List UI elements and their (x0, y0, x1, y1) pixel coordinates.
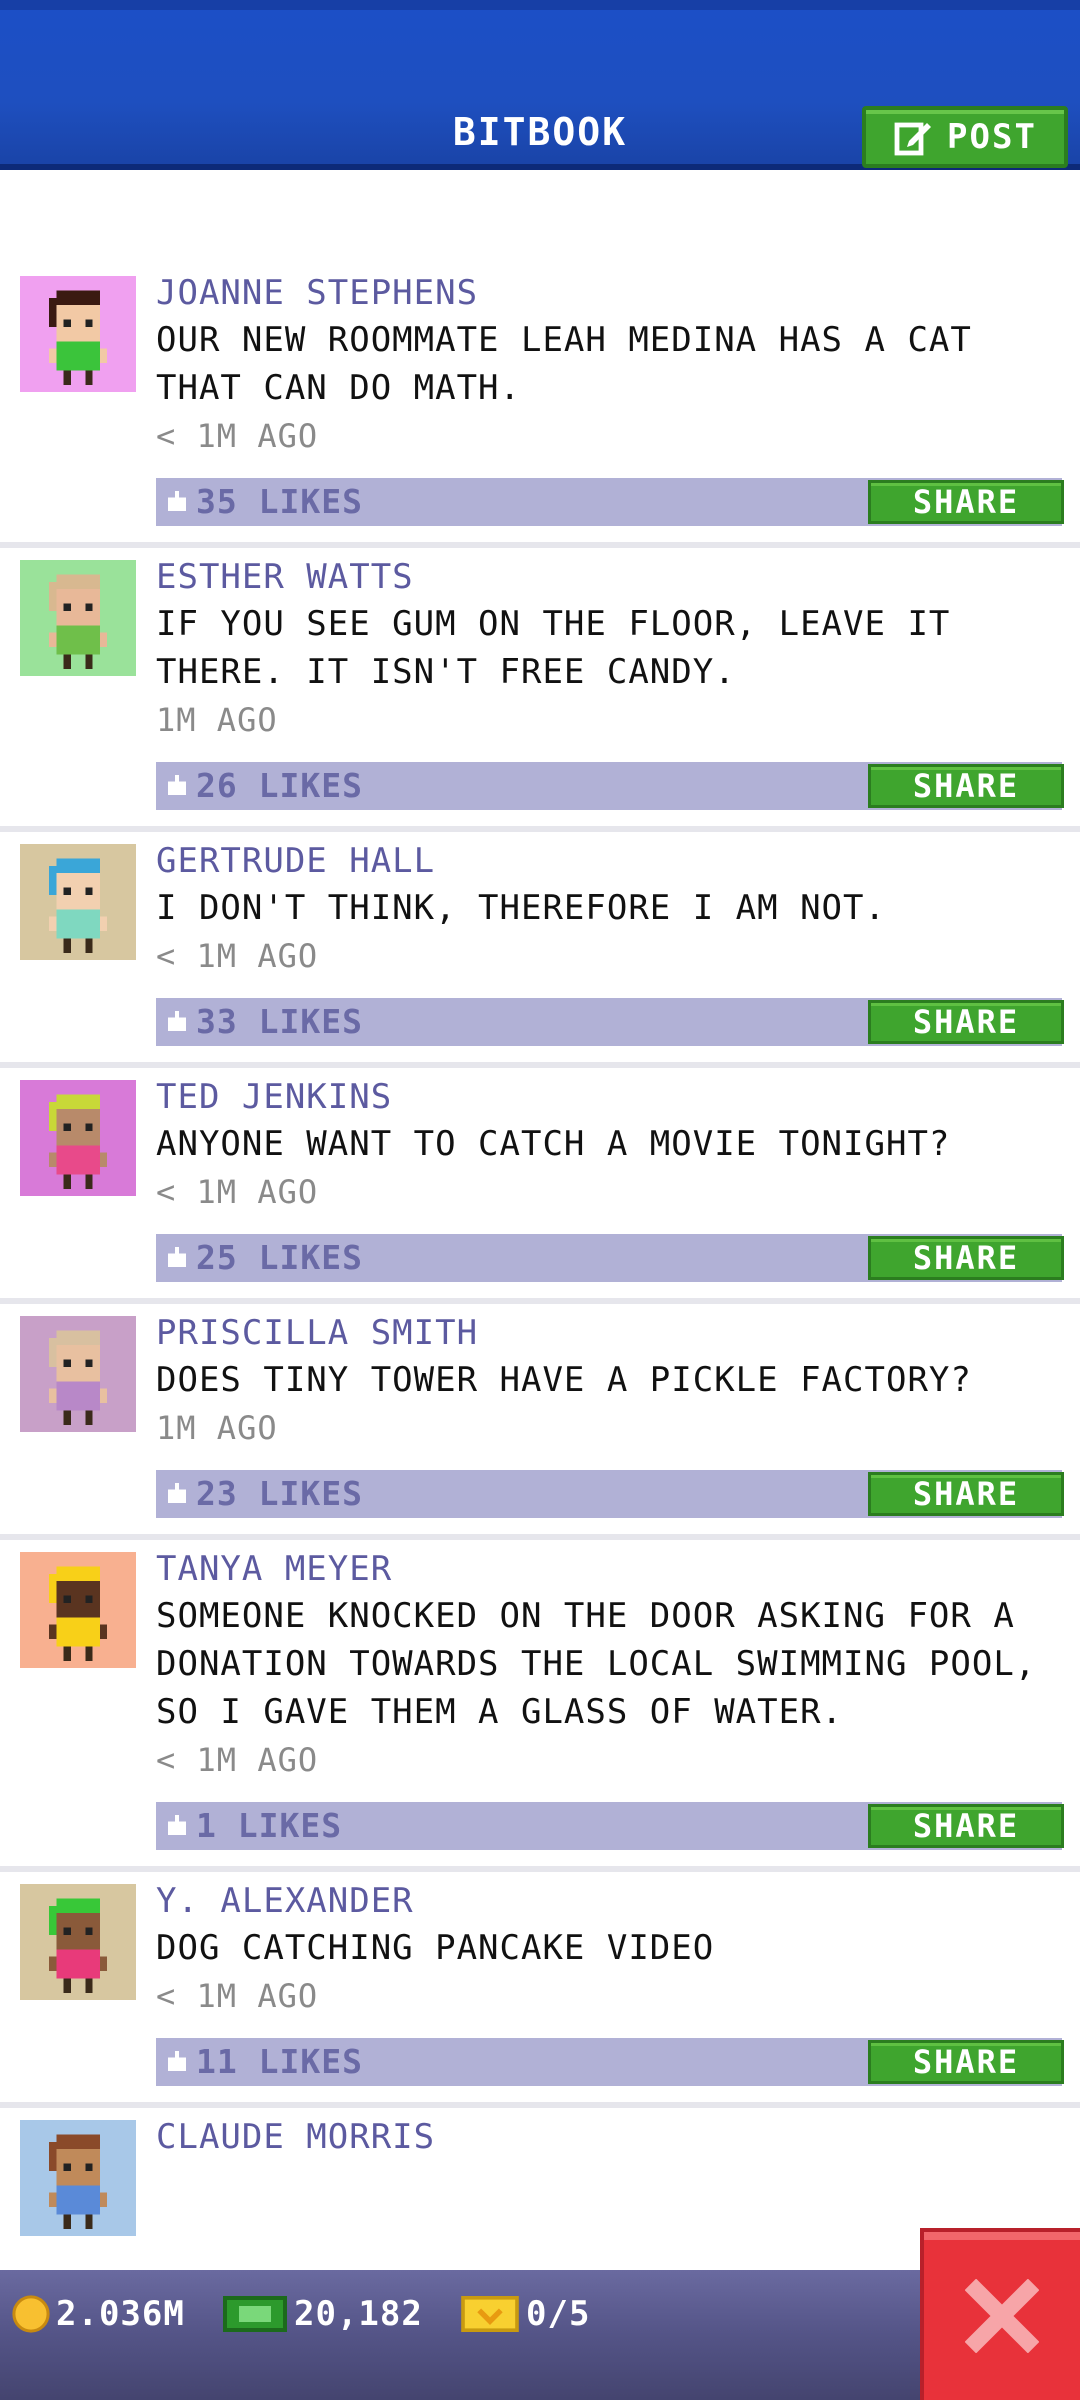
post-content: TANYA MEYER SOMEONE KNOCKED ON THE DOOR A… (156, 1540, 1080, 1850)
post-timestamp: < 1M AGO (156, 1741, 319, 1779)
ticket-icon (461, 2296, 519, 2332)
coins-stat: 2.036M (12, 2294, 185, 2334)
post-author[interactable]: Y. ALEXANDER (156, 1878, 1066, 1924)
post-message: DOG CATCHING PANCAKE VIDEO (156, 1928, 715, 1968)
post-author[interactable]: TED JENKINS (156, 1074, 1066, 1120)
feed-post: Y. ALEXANDER DOG CATCHING PANCAKE VIDEO < … (0, 1872, 1080, 2108)
post-content: Y. ALEXANDER DOG CATCHING PANCAKE VIDEO < … (156, 1872, 1080, 2086)
avatar[interactable] (20, 1884, 136, 2000)
likes-label: 35 LIKES (196, 482, 363, 521)
avatar[interactable] (20, 1552, 136, 1668)
likes-count[interactable]: 1 LIKES (166, 1802, 342, 1850)
likes-bar: 35 LIKES SHARE (156, 478, 1064, 526)
feed-post: ESTHER WATTS IF YOU SEE GUM ON THE FLOOR,… (0, 548, 1080, 832)
post-content: ESTHER WATTS IF YOU SEE GUM ON THE FLOOR,… (156, 548, 1080, 810)
likes-count[interactable]: 11 LIKES (166, 2038, 363, 2086)
edit-icon (894, 122, 932, 156)
share-button[interactable]: SHARE (868, 480, 1064, 524)
post-message: SOMEONE KNOCKED ON THE DOOR ASKING FOR A… (156, 1596, 1037, 1732)
thumbs-up-icon (168, 1483, 186, 1503)
post-author[interactable]: TANYA MEYER (156, 1546, 1066, 1592)
avatar[interactable] (20, 276, 136, 392)
share-button[interactable]: SHARE (868, 764, 1064, 808)
close-icon (965, 2279, 1039, 2353)
feed-post: TANYA MEYER SOMEONE KNOCKED ON THE DOOR A… (0, 1540, 1080, 1872)
post-timestamp: 1M AGO (156, 1409, 278, 1447)
post-content: TED JENKINS ANYONE WANT TO CATCH A MOVIE … (156, 1068, 1080, 1282)
likes-bar: 25 LIKES SHARE (156, 1234, 1064, 1282)
thumbs-up-icon (168, 1011, 186, 1031)
post-timestamp: < 1M AGO (156, 937, 319, 975)
likes-label: 1 LIKES (196, 1806, 343, 1845)
tickets-stat: 0/5 (460, 2294, 590, 2334)
bux-stat: 20,182 (222, 2294, 423, 2334)
post-message: DOES TINY TOWER HAVE A PICKLE FACTORY? (156, 1360, 972, 1400)
likes-bar: 23 LIKES SHARE (156, 1470, 1064, 1518)
post-message: OUR NEW ROOMMATE LEAH MEDINA HAS A CAT T… (156, 320, 972, 408)
post-timestamp: < 1M AGO (156, 1977, 319, 2015)
share-button[interactable]: SHARE (868, 1472, 1064, 1516)
post-content: JOANNE STEPHENS OUR NEW ROOMMATE LEAH MED… (156, 264, 1080, 526)
thumbs-up-icon (168, 2051, 186, 2071)
thumbs-up-icon (168, 1247, 186, 1267)
post-author[interactable]: JOANNE STEPHENS (156, 270, 1066, 316)
tickets-value: 0/5 (526, 2294, 591, 2334)
likes-count[interactable]: 25 LIKES (166, 1234, 363, 1282)
status-bar: 2.036M 20,182 0/5 (0, 2270, 1080, 2400)
likes-count[interactable]: 23 LIKES (166, 1470, 363, 1518)
likes-bar: 11 LIKES SHARE (156, 2038, 1064, 2086)
close-button[interactable] (920, 2228, 1080, 2400)
likes-count[interactable]: 33 LIKES (166, 998, 363, 1046)
share-button[interactable]: SHARE (868, 2040, 1064, 2084)
coins-value: 2.036M (56, 2294, 185, 2334)
bux-value: 20,182 (294, 2294, 423, 2334)
post-author[interactable]: GERTRUDE HALL (156, 838, 1066, 884)
likes-count[interactable]: 26 LIKES (166, 762, 363, 810)
post-author[interactable]: ESTHER WATTS (156, 554, 1066, 600)
post-timestamp: 1M AGO (156, 701, 278, 739)
likes-bar: 26 LIKES SHARE (156, 762, 1064, 810)
post-message: I DON'T THINK, THEREFORE I AM NOT. (156, 888, 886, 928)
likes-label: 26 LIKES (196, 766, 363, 805)
likes-label: 11 LIKES (196, 2042, 363, 2081)
avatar[interactable] (20, 844, 136, 960)
thumbs-up-icon (168, 1815, 186, 1835)
share-button[interactable]: SHARE (868, 1000, 1064, 1044)
post-author[interactable]: CLAUDE MORRIS (156, 2114, 1066, 2160)
feed-post: GERTRUDE HALL I DON'T THINK, THEREFORE I … (0, 832, 1080, 1068)
share-button[interactable]: SHARE (868, 1236, 1064, 1280)
post-content: GERTRUDE HALL I DON'T THINK, THEREFORE I … (156, 832, 1080, 1046)
post-content: PRISCILLA SMITH DOES TINY TOWER HAVE A PI… (156, 1304, 1080, 1518)
post-message: IF YOU SEE GUM ON THE FLOOR, LEAVE IT TH… (156, 604, 951, 692)
bux-icon (223, 2296, 287, 2332)
post-content: CLAUDE MORRIS (156, 2108, 1080, 2160)
app-header: BITBOOK POST (0, 0, 1080, 170)
coin-icon (12, 2295, 50, 2333)
post-timestamp: < 1M AGO (156, 417, 319, 455)
news-feed[interactable]: JOANNE STEPHENS OUR NEW ROOMMATE LEAH MED… (0, 264, 1080, 2248)
likes-label: 33 LIKES (196, 1002, 363, 1041)
post-button-label: POST (947, 117, 1037, 157)
share-button[interactable]: SHARE (868, 1804, 1064, 1848)
post-button[interactable]: POST (862, 106, 1068, 168)
feed-post: PRISCILLA SMITH DOES TINY TOWER HAVE A PI… (0, 1304, 1080, 1540)
thumbs-up-icon (168, 491, 186, 511)
avatar[interactable] (20, 2120, 136, 2236)
likes-bar: 33 LIKES SHARE (156, 998, 1064, 1046)
post-timestamp: < 1M AGO (156, 1173, 319, 1211)
feed-post: TED JENKINS ANYONE WANT TO CATCH A MOVIE … (0, 1068, 1080, 1304)
likes-label: 23 LIKES (196, 1474, 363, 1513)
likes-bar: 1 LIKES SHARE (156, 1802, 1064, 1850)
post-author[interactable]: PRISCILLA SMITH (156, 1310, 1066, 1356)
post-message: ANYONE WANT TO CATCH A MOVIE TONIGHT? (156, 1124, 951, 1164)
avatar[interactable] (20, 1316, 136, 1432)
feed-post: JOANNE STEPHENS OUR NEW ROOMMATE LEAH MED… (0, 264, 1080, 548)
feed-post: CLAUDE MORRIS (0, 2108, 1080, 2248)
avatar[interactable] (20, 1080, 136, 1196)
thumbs-up-icon (168, 775, 186, 795)
likes-label: 25 LIKES (196, 1238, 363, 1277)
likes-count[interactable]: 35 LIKES (166, 478, 363, 526)
avatar[interactable] (20, 560, 136, 676)
